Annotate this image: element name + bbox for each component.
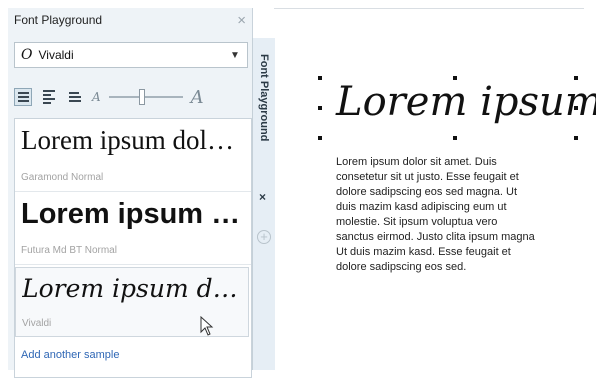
zoom-slider-thumb[interactable] [139, 89, 146, 105]
docker-side-tab[interactable]: Font Playground × + [252, 38, 275, 370]
sample-preview: Lorem ipsum dolor sit amet [22, 274, 248, 303]
font-selector[interactable]: O Vivaldi ▼ [14, 42, 248, 68]
side-tab-label: Font Playground [258, 54, 270, 142]
sample-preview: Lorem ipsum dolor sit amet [21, 125, 247, 155]
sample-font-name: Vivaldi [22, 318, 52, 329]
canvas-title-text[interactable]: Lorem ipsum [336, 79, 596, 125]
selection-handle[interactable] [574, 136, 578, 140]
single-line-view-icon[interactable] [66, 88, 84, 106]
sample-item[interactable]: Lorem ipsum dolor sit amet Futura Md BT … [15, 192, 251, 265]
panel-header: Font Playground × [8, 8, 252, 32]
zoom-slider-track [108, 96, 183, 98]
sample-font-name: Futura Md BT Normal [21, 245, 117, 256]
selection-handle[interactable] [318, 76, 322, 80]
zoom-out-icon[interactable]: A [92, 90, 101, 104]
add-sample-link[interactable]: Add another sample [21, 349, 119, 361]
sample-item[interactable]: Lorem ipsum dolor sit amet Garamond Norm… [15, 119, 251, 192]
canvas-ruler-line [274, 8, 584, 9]
o-font-icon: O [21, 47, 33, 63]
zoom-in-icon[interactable]: A [191, 87, 204, 108]
font-selector-value: Vivaldi [38, 48, 74, 62]
list-view-icon[interactable] [14, 88, 32, 106]
font-playground-panel: Font Playground × O Vivaldi ▼ A A Lorem … [8, 8, 253, 378]
close-icon[interactable]: × [237, 13, 246, 28]
sample-font-name: Garamond Normal [21, 172, 104, 183]
canvas-paragraph-text[interactable]: Lorem ipsum dolor sit amet. Duis consete… [336, 155, 536, 275]
mouse-pointer-icon [200, 316, 214, 336]
add-docker-icon[interactable]: + [257, 230, 271, 244]
selection-handle[interactable] [318, 106, 322, 110]
zoom-slider[interactable] [108, 88, 183, 106]
chevron-down-icon[interactable]: ▼ [227, 50, 243, 61]
panel-title: Font Playground [14, 13, 103, 27]
paragraph-view-icon[interactable] [40, 88, 58, 106]
sample-preview: Lorem ipsum dolor sit amet [21, 198, 247, 230]
view-toolbar: A A [14, 84, 248, 110]
side-tab-close-icon[interactable]: × [259, 190, 266, 204]
selection-handle[interactable] [453, 136, 457, 140]
samples-list: Lorem ipsum dolor sit amet Garamond Norm… [14, 118, 252, 378]
selection-handle[interactable] [318, 136, 322, 140]
